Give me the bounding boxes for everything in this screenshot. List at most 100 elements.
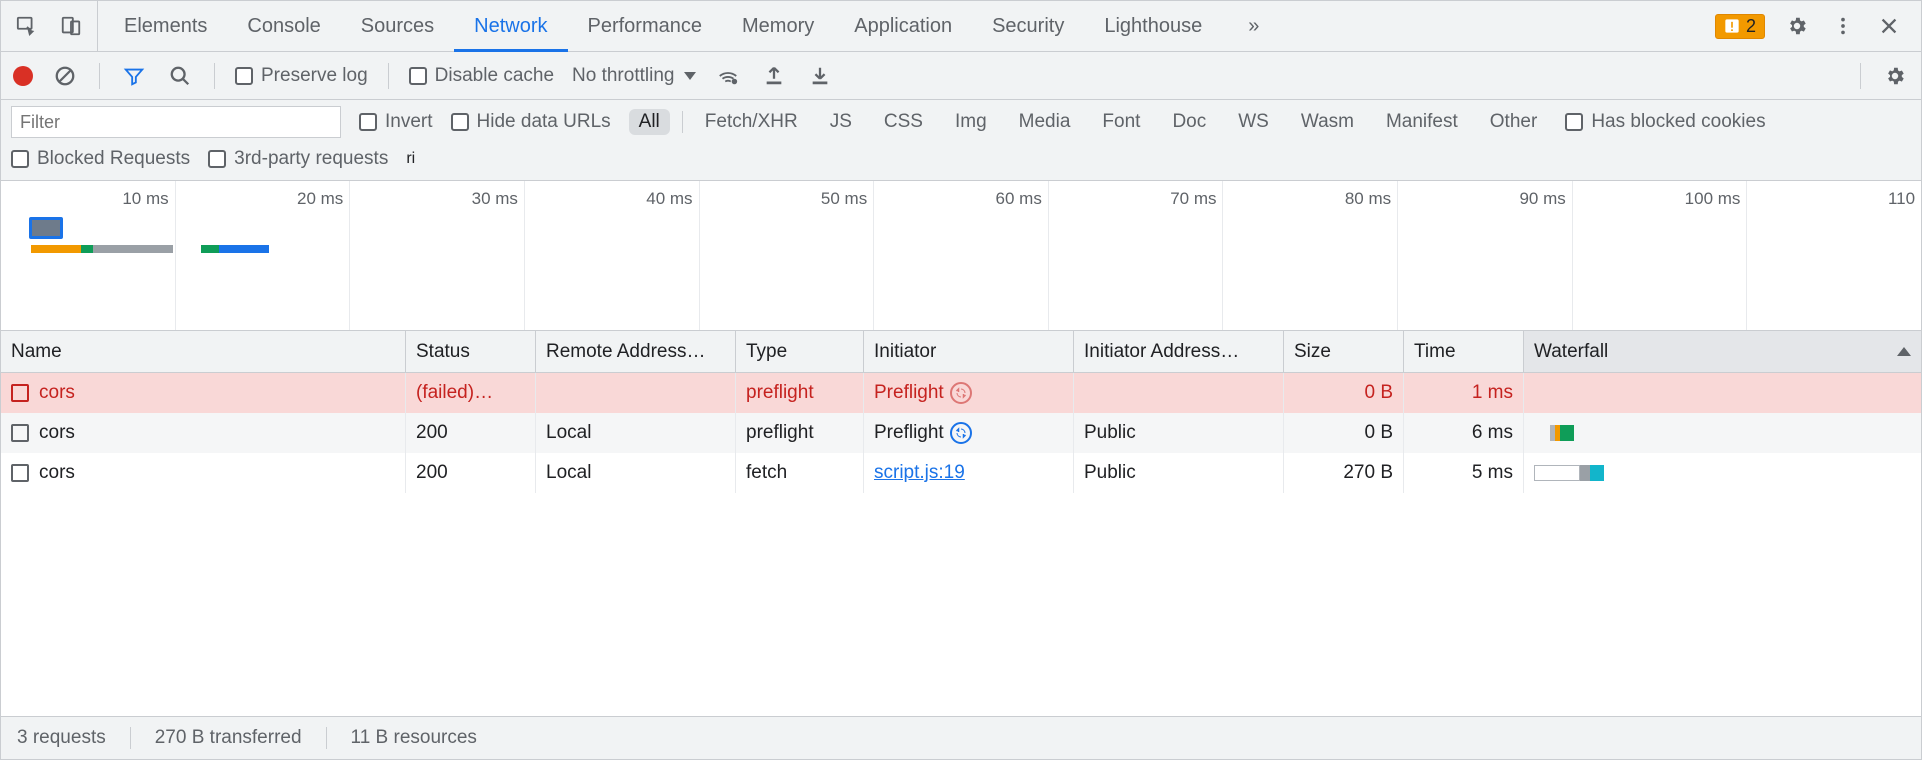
filter-icon[interactable] xyxy=(120,62,148,90)
preflight-swap-icon xyxy=(950,422,972,444)
overview-tick: 30 ms xyxy=(350,181,525,330)
device-toolbar-icon[interactable] xyxy=(57,12,85,40)
tab-memory[interactable]: Memory xyxy=(722,1,834,51)
type-filter-ws[interactable]: WS xyxy=(1228,109,1279,135)
issues-count: 2 xyxy=(1746,16,1756,37)
chevron-down-icon xyxy=(684,72,696,80)
throttling-select[interactable]: No throttling xyxy=(572,65,696,87)
tab-performance[interactable]: Performance xyxy=(568,1,723,51)
resource-type-filter: All Fetch/XHR JS CSS Img Media Font Doc WS Wasm Ma… xyxy=(629,109,1548,135)
tab-elements[interactable]: Elements xyxy=(104,1,227,51)
file-icon xyxy=(11,464,29,482)
close-devtools-icon[interactable] xyxy=(1875,12,1903,40)
tab-console[interactable]: Console xyxy=(227,1,340,51)
table-cell xyxy=(536,373,736,413)
export-har-icon[interactable] xyxy=(806,62,834,90)
tab-security[interactable]: Security xyxy=(972,1,1084,51)
has-blocked-cookies-label: Has blocked cookies xyxy=(1591,111,1765,133)
preserve-log-checkbox[interactable]: Preserve log xyxy=(235,65,368,87)
col-name[interactable]: Name xyxy=(1,331,406,372)
third-party-checkbox[interactable]: 3rd-party requests xyxy=(208,148,388,170)
separator xyxy=(130,727,131,749)
network-overview[interactable]: 10 ms20 ms30 ms40 ms50 ms60 ms70 ms80 ms… xyxy=(1,181,1921,331)
has-blocked-cookies-checkbox[interactable]: Has blocked cookies xyxy=(1565,111,1765,133)
type-filter-img[interactable]: Img xyxy=(945,109,997,135)
invert-checkbox[interactable]: Invert xyxy=(359,111,433,133)
table-row[interactable]: cors(failed)…preflightPreflight0 B1 ms xyxy=(1,373,1921,413)
type-filter-media[interactable]: Media xyxy=(1009,109,1081,135)
type-filter-manifest[interactable]: Manifest xyxy=(1376,109,1468,135)
issues-badge[interactable]: 2 xyxy=(1715,14,1765,39)
table-cell: 0 B xyxy=(1284,413,1404,453)
table-cell: 6 ms xyxy=(1404,413,1524,453)
third-party-label: 3rd-party requests xyxy=(234,148,388,170)
checkbox-icon xyxy=(208,150,226,168)
record-button[interactable] xyxy=(13,66,33,86)
overview-tick-label: 10 ms xyxy=(122,189,168,209)
clear-button[interactable] xyxy=(51,62,79,90)
type-filter-js[interactable]: JS xyxy=(820,109,862,135)
overview-tick: 100 ms xyxy=(1573,181,1748,330)
tab-sources[interactable]: Sources xyxy=(341,1,454,51)
col-initiator-address-label: Initiator Address xyxy=(1084,341,1220,363)
table-cell: 200 xyxy=(406,453,536,493)
type-filter-font[interactable]: Font xyxy=(1092,109,1150,135)
initiator-link[interactable]: script.js:19 xyxy=(874,462,965,484)
devtools-root: ElementsConsoleSourcesNetworkPerformance… xyxy=(0,0,1922,760)
checkbox-icon xyxy=(1565,113,1583,131)
type-filter-all[interactable]: All xyxy=(629,109,670,135)
col-type[interactable]: Type xyxy=(736,331,864,372)
kebab-menu-icon[interactable] xyxy=(1829,12,1857,40)
table-row[interactable]: cors200Localfetchscript.js:19Public270 B… xyxy=(1,453,1921,493)
overview-tick: 40 ms xyxy=(525,181,700,330)
disable-cache-label: Disable cache xyxy=(435,65,554,87)
overview-selection[interactable] xyxy=(29,217,63,239)
search-icon[interactable] xyxy=(166,62,194,90)
waterfall-cell xyxy=(1524,453,1921,493)
hide-data-urls-checkbox[interactable]: Hide data URLs xyxy=(451,111,611,133)
tab-application[interactable]: Application xyxy=(834,1,972,51)
disable-cache-checkbox[interactable]: Disable cache xyxy=(409,65,554,87)
settings-icon[interactable] xyxy=(1783,12,1811,40)
col-size[interactable]: Size xyxy=(1284,331,1404,372)
table-cell: Preflight xyxy=(864,373,1074,413)
col-remote-address[interactable]: Remote Address… xyxy=(536,331,736,372)
more-tabs-button[interactable]: » xyxy=(1228,1,1279,51)
col-initiator-address[interactable]: Initiator Address… xyxy=(1074,331,1284,372)
overview-tick: 90 ms xyxy=(1398,181,1573,330)
network-settings-icon[interactable] xyxy=(1881,62,1909,90)
overview-bar xyxy=(219,245,269,253)
network-filter-bar: Invert Hide data URLs All Fetch/XHR JS CSS I… xyxy=(1,100,1921,181)
preserve-log-label: Preserve log xyxy=(261,65,368,87)
table-cell xyxy=(1074,373,1284,413)
type-filter-wasm[interactable]: Wasm xyxy=(1291,109,1364,135)
col-initiator[interactable]: Initiator xyxy=(864,331,1074,372)
type-filter-css[interactable]: CSS xyxy=(874,109,933,135)
overview-tick-label: 60 ms xyxy=(996,189,1042,209)
separator xyxy=(214,63,215,89)
overview-tick-label: 100 ms xyxy=(1685,189,1741,209)
type-filter-doc[interactable]: Doc xyxy=(1162,109,1216,135)
waterfall-segment xyxy=(1580,465,1590,481)
type-filter-other[interactable]: Other xyxy=(1480,109,1548,135)
blocked-requests-checkbox[interactable]: Blocked Requests xyxy=(11,148,190,170)
overview-tick-label: 40 ms xyxy=(646,189,692,209)
network-conditions-icon[interactable] xyxy=(714,62,742,90)
overview-bar xyxy=(93,245,173,253)
table-row[interactable]: cors200LocalpreflightPreflightPublic0 B6… xyxy=(1,413,1921,453)
col-status[interactable]: Status xyxy=(406,331,536,372)
col-waterfall[interactable]: Waterfall xyxy=(1524,331,1921,372)
type-filter-fetchxhr[interactable]: Fetch/XHR xyxy=(695,109,808,135)
col-time[interactable]: Time xyxy=(1404,331,1524,372)
network-toolbar: Preserve log Disable cache No throttling xyxy=(1,52,1921,100)
hide-data-urls-label: Hide data URLs xyxy=(477,111,611,133)
tab-lighthouse[interactable]: Lighthouse xyxy=(1084,1,1222,51)
table-cell: 200 xyxy=(406,413,536,453)
table-cell: 1 ms xyxy=(1404,373,1524,413)
status-transferred: 270 B transferred xyxy=(155,727,302,749)
filter-input[interactable] xyxy=(11,106,341,138)
table-cell: Public xyxy=(1074,453,1284,493)
inspect-element-icon[interactable] xyxy=(13,12,41,40)
import-har-icon[interactable] xyxy=(760,62,788,90)
tab-network[interactable]: Network xyxy=(454,1,567,51)
